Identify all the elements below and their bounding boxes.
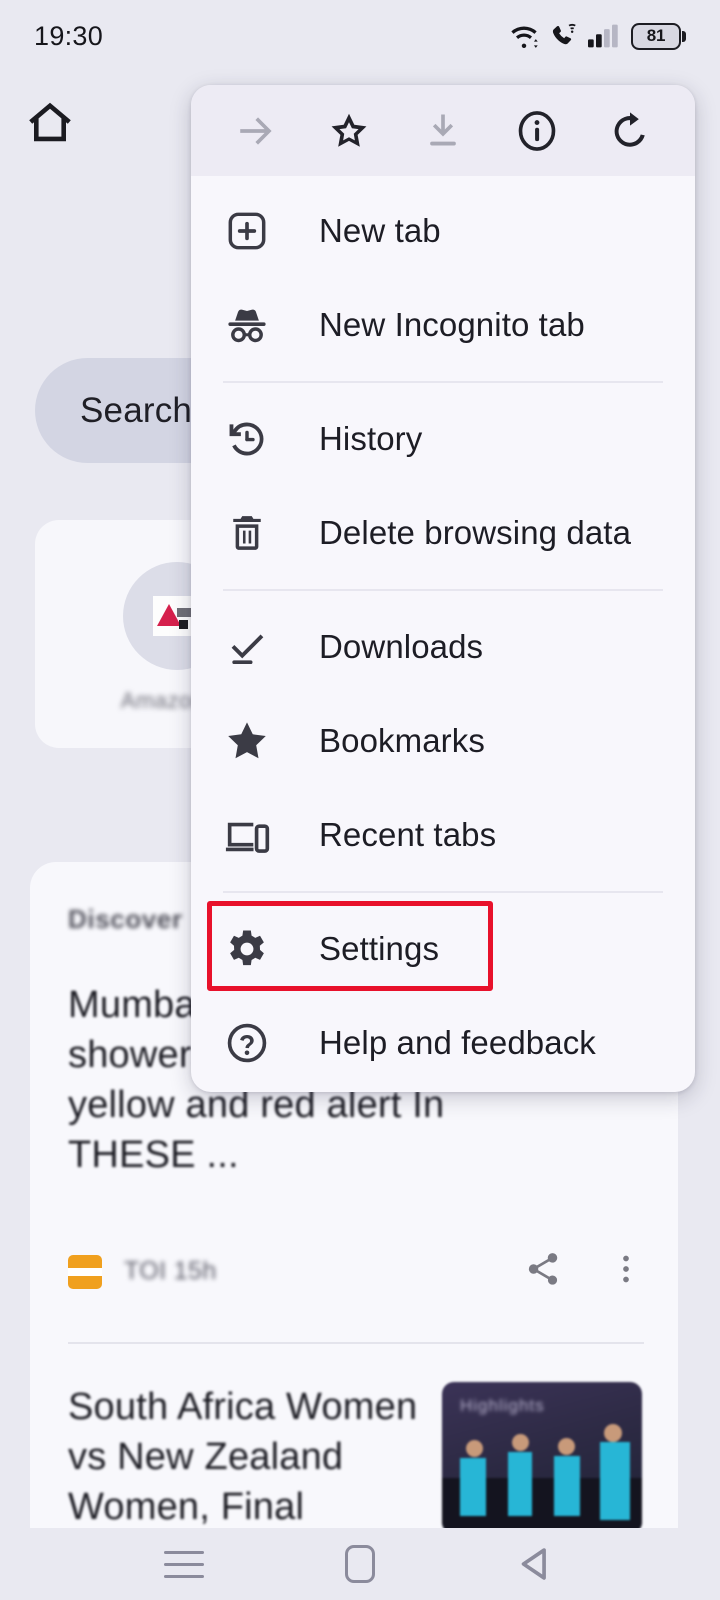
more-vertical-icon[interactable] bbox=[608, 1251, 644, 1292]
share-icon[interactable] bbox=[524, 1250, 562, 1293]
gear-icon bbox=[223, 925, 271, 973]
article-1-meta: TOI 15h bbox=[68, 1250, 644, 1293]
article-source: TOI 15h bbox=[124, 1257, 217, 1285]
menu-divider bbox=[223, 589, 663, 591]
star-filled-icon bbox=[223, 717, 271, 765]
battery-level-text: 81 bbox=[646, 26, 666, 45]
cellular-signal-icon bbox=[588, 24, 618, 48]
help-circle-icon bbox=[223, 1019, 271, 1067]
menu-divider bbox=[223, 891, 663, 893]
feed-header-label: Discover bbox=[68, 904, 183, 934]
menu-quick-action-toolbar bbox=[191, 85, 695, 176]
status-bar: 19:30 81 bbox=[0, 0, 720, 72]
phone-screen: 19:30 81 Search Amazon.in Discover Mumba… bbox=[0, 0, 720, 1600]
forward-arrow-icon[interactable] bbox=[224, 99, 288, 163]
menu-item-label: History bbox=[319, 420, 423, 457]
history-clock-icon bbox=[223, 415, 271, 463]
menu-item-label: New tab bbox=[319, 212, 441, 249]
menu-items-list: New tab New Incognito tab History Delete… bbox=[191, 176, 695, 1090]
menu-item-bookmarks[interactable]: Bookmarks bbox=[191, 694, 695, 788]
status-clock: 19:30 bbox=[34, 20, 104, 51]
new-tab-plus-icon bbox=[223, 207, 271, 255]
menu-item-downloads[interactable]: Downloads bbox=[191, 600, 695, 694]
page-info-icon[interactable] bbox=[505, 99, 569, 163]
menu-item-delete-browsing-data[interactable]: Delete browsing data bbox=[191, 486, 695, 580]
status-bar-icons: 81 bbox=[509, 22, 686, 50]
wifi-icon bbox=[511, 26, 538, 49]
reload-icon[interactable] bbox=[598, 99, 662, 163]
feed-divider bbox=[68, 1342, 644, 1344]
recent-apps-button[interactable] bbox=[154, 1534, 214, 1594]
menu-item-new-tab[interactable]: New tab bbox=[191, 184, 695, 278]
article-title: South Africa Women vs New Zealand Women,… bbox=[68, 1386, 418, 1528]
trash-icon bbox=[223, 509, 271, 557]
back-button[interactable] bbox=[506, 1534, 566, 1594]
downloads-check-icon bbox=[223, 623, 271, 671]
thumbnail-caption: Highlights bbox=[460, 1396, 545, 1415]
menu-item-label: New Incognito tab bbox=[319, 306, 585, 343]
menu-item-label: Delete browsing data bbox=[319, 514, 632, 551]
menu-divider bbox=[223, 381, 663, 383]
article-thumbnail: Highlights bbox=[442, 1382, 642, 1534]
menu-item-help-and-feedback[interactable]: Help and feedback bbox=[191, 996, 695, 1090]
menu-item-settings[interactable]: Settings bbox=[191, 902, 695, 996]
menu-item-recent-tabs[interactable]: Recent tabs bbox=[191, 788, 695, 882]
menu-item-label: Recent tabs bbox=[319, 816, 497, 853]
menu-item-label: Bookmarks bbox=[319, 722, 485, 759]
menu-item-label: Downloads bbox=[319, 628, 484, 665]
toi-logo bbox=[68, 1254, 102, 1289]
battery-icon: 81 bbox=[631, 22, 686, 50]
menu-item-new-incognito-tab[interactable]: New Incognito tab bbox=[191, 278, 695, 372]
feed-article-2[interactable]: South Africa Women vs New Zealand Women,… bbox=[68, 1382, 448, 1532]
incognito-icon bbox=[223, 301, 271, 349]
menu-item-label: Help and feedback bbox=[319, 1024, 596, 1061]
star-outline-icon[interactable] bbox=[317, 99, 381, 163]
download-icon[interactable] bbox=[411, 99, 475, 163]
android-nav-bar bbox=[0, 1528, 720, 1600]
chrome-overflow-menu: New tab New Incognito tab History Delete… bbox=[191, 85, 695, 1092]
recent-tabs-devices-icon bbox=[223, 811, 271, 859]
menu-item-label: Settings bbox=[319, 930, 440, 967]
home-button[interactable] bbox=[330, 1534, 390, 1594]
home-icon[interactable] bbox=[22, 94, 78, 150]
search-bar-label: Search bbox=[80, 390, 193, 430]
menu-item-history[interactable]: History bbox=[191, 392, 695, 486]
vowifi-call-icon bbox=[552, 23, 576, 45]
